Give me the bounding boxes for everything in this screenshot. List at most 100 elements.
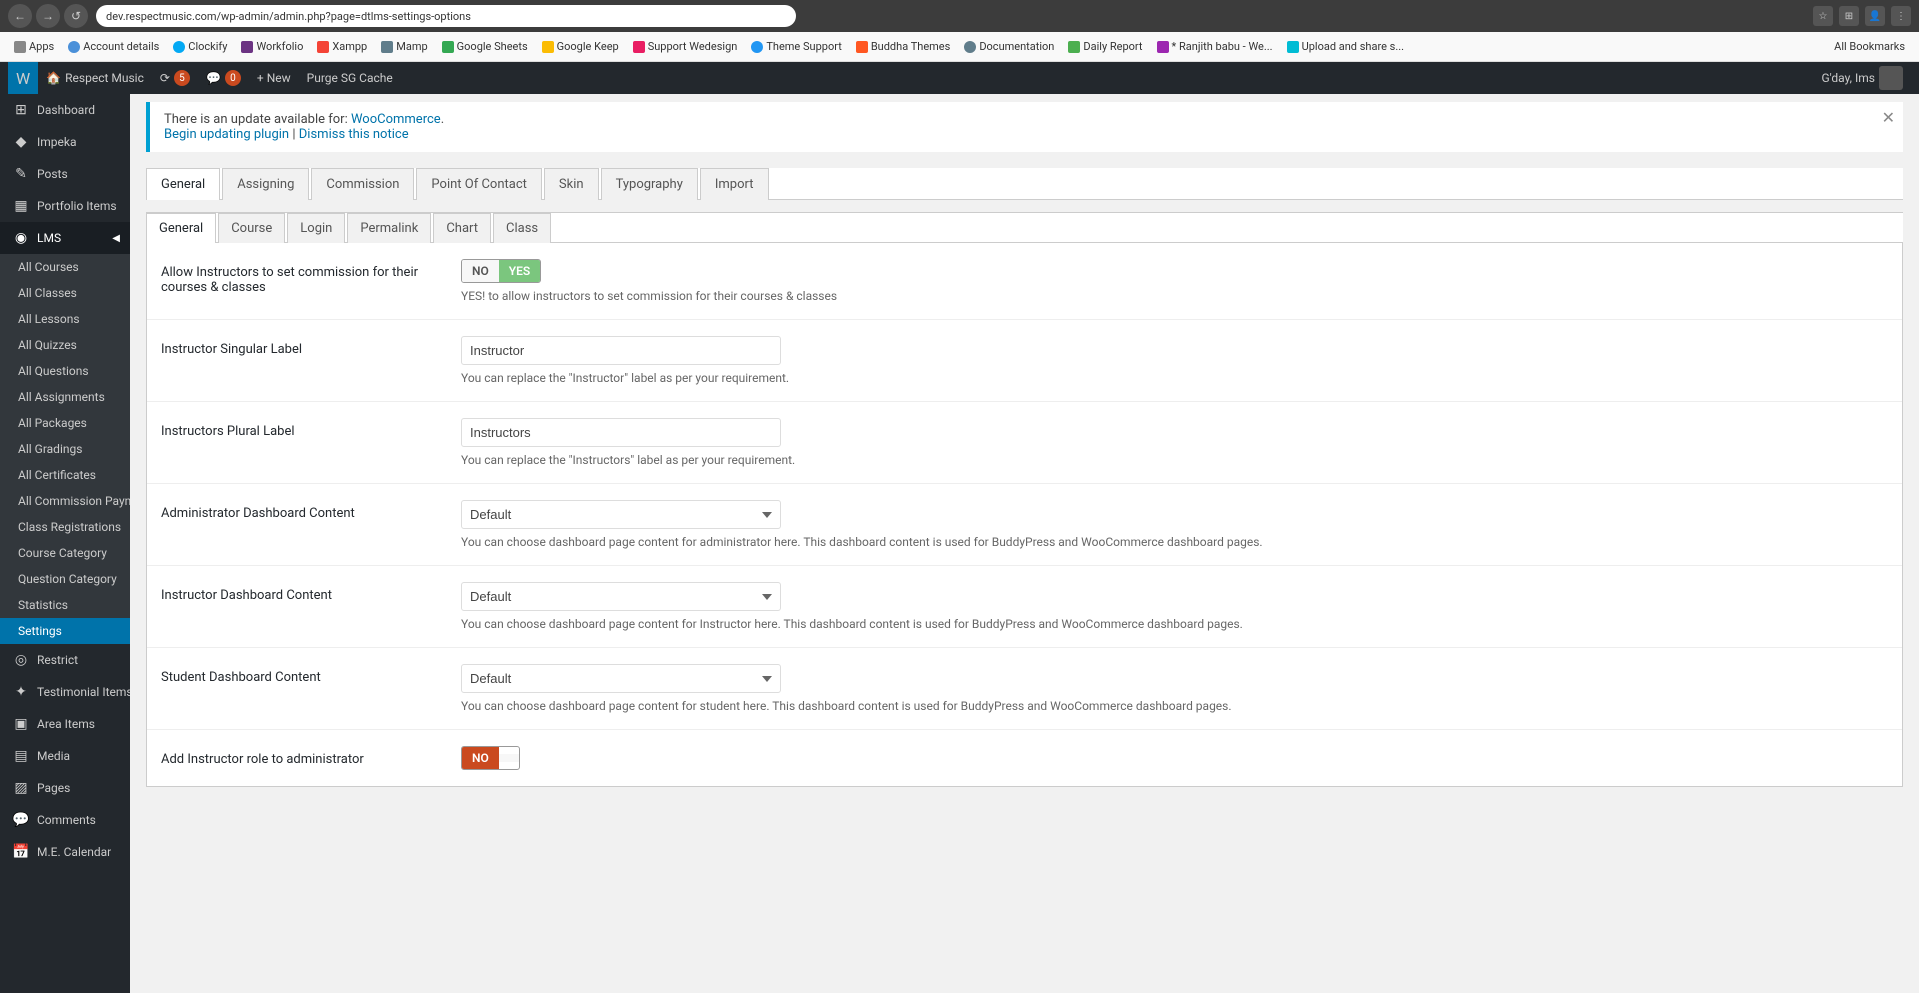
bookmark-google-sheets[interactable]: Google Sheets [436, 38, 534, 55]
purge-cache-button[interactable]: Purge SG Cache [299, 62, 401, 94]
bookmark-clockify[interactable]: Clockify [167, 38, 233, 55]
tab-inner-class[interactable]: Class [493, 213, 551, 243]
sidebar-item-posts[interactable]: ✎ Posts [0, 158, 130, 190]
sidebar-item-pages[interactable]: ▨ Pages [0, 772, 130, 804]
woocommerce-update-link[interactable]: WooCommerce [351, 112, 441, 127]
sidebar-item-all-packages[interactable]: All Packages [0, 410, 130, 436]
bookmark-account-details[interactable]: Account details [62, 38, 165, 55]
sidebar-item-all-classes[interactable]: All Classes [0, 280, 130, 306]
tab-outer-skin[interactable]: Skin [544, 168, 599, 200]
sidebar-item-commission-payments[interactable]: All Commission Payments [0, 488, 130, 514]
sheets-bookmark-icon [442, 41, 454, 53]
tab-outer-typography[interactable]: Typography [601, 168, 698, 200]
mamp-bookmark-icon [381, 41, 393, 53]
bookmark-ranjith[interactable]: * Ranjith babu - We... [1151, 38, 1279, 55]
sidebar-item-impeka[interactable]: ◆ Impeka [0, 126, 130, 158]
sidebar-item-all-certificates[interactable]: All Certificates [0, 462, 130, 488]
commission-toggle-row: Allow Instructors to set commission for … [147, 243, 1902, 320]
sidebar-item-question-category[interactable]: Question Category [0, 566, 130, 592]
begin-updating-link[interactable]: Begin updating plugin [164, 127, 289, 142]
clockify-bookmark-icon [173, 41, 185, 53]
site-name-button[interactable]: 🏠 Respect Music [38, 62, 152, 94]
forward-button[interactable]: → [36, 4, 60, 28]
bookmark-icon[interactable]: ☆ [1813, 6, 1833, 26]
sidebar-item-all-assignments[interactable]: All Assignments [0, 384, 130, 410]
sidebar-item-me-calendar[interactable]: 📅 M.E. Calendar [0, 836, 130, 868]
bookmark-google-keep[interactable]: Google Keep [536, 38, 625, 55]
instructor-dashboard-select[interactable]: Default Custom [461, 582, 781, 611]
sidebar-item-portfolio-items[interactable]: ▦ Portfolio Items [0, 190, 130, 222]
tab-outer-general[interactable]: General [146, 168, 220, 200]
sidebar-item-all-quizzes[interactable]: All Quizzes [0, 332, 130, 358]
inner-tabs: General Course Login Permalink Chart Cla… [146, 212, 1903, 243]
user-greeting-label: G'day, Ims [1821, 71, 1875, 85]
commission-toggle-switch[interactable]: NO YES [461, 259, 541, 283]
sidebar-item-lms[interactable]: ◉ LMS ◀ [0, 222, 130, 254]
bookmark-theme-support[interactable]: Theme Support [745, 38, 847, 55]
bookmark-buddha-themes[interactable]: Buddha Themes [850, 38, 957, 55]
settings-panel: Allow Instructors to set commission for … [146, 243, 1903, 787]
sidebar-item-all-questions[interactable]: All Questions [0, 358, 130, 384]
instructor-singular-input[interactable] [461, 336, 781, 365]
admin-dashboard-select[interactable]: Default Custom [461, 500, 781, 529]
bookmark-mamp[interactable]: Mamp [375, 38, 433, 55]
sidebar-item-comments[interactable]: 💬 Comments [0, 804, 130, 836]
bookmark-support-wedesign[interactable]: Support Wedesign [627, 38, 744, 55]
student-dashboard-hint: You can choose dashboard page content fo… [461, 699, 1888, 713]
sidebar-item-testimonial-items[interactable]: ✦ Testimonial Items [0, 676, 130, 708]
tab-outer-import[interactable]: Import [700, 168, 769, 200]
new-content-label: + New [257, 71, 291, 85]
bookmark-all-bookmarks[interactable]: All Bookmarks [1828, 38, 1911, 55]
lms-arrow-icon: ◀ [112, 233, 120, 244]
sidebar-item-settings[interactable]: Settings [0, 618, 130, 644]
tab-outer-commission[interactable]: Commission [311, 168, 414, 200]
new-content-button[interactable]: + New [249, 62, 299, 94]
nav-buttons: ← → ↺ [8, 4, 88, 28]
sidebar-item-all-gradings[interactable]: All Gradings [0, 436, 130, 462]
tab-inner-login[interactable]: Login [287, 213, 345, 243]
sidebar-item-statistics[interactable]: Statistics [0, 592, 130, 618]
notice-close-button[interactable]: ✕ [1882, 110, 1895, 126]
user-greeting[interactable]: G'day, Ims [1813, 62, 1911, 94]
bookmark-workfolio[interactable]: Workfolio [235, 38, 309, 55]
calendar-icon: 📅 [13, 844, 29, 860]
tab-inner-permalink[interactable]: Permalink [347, 213, 431, 243]
comments-button[interactable]: 💬 0 [198, 62, 249, 94]
instructors-plural-hint: You can replace the "Instructors" label … [461, 453, 1888, 467]
tab-inner-chart[interactable]: Chart [433, 213, 491, 243]
sidebar-item-restrict[interactable]: ◎ Restrict [0, 644, 130, 676]
bookmark-daily-report[interactable]: Daily Report [1062, 38, 1148, 55]
dismiss-notice-link[interactable]: Dismiss this notice [299, 127, 409, 142]
sidebar-item-all-courses[interactable]: All Courses [0, 254, 130, 280]
student-dashboard-select[interactable]: Default Custom [461, 664, 781, 693]
sidebar-item-dashboard[interactable]: ⊞ Dashboard [0, 94, 130, 126]
bookmark-xampp[interactable]: Xampp [311, 38, 373, 55]
sidebar-item-class-registrations[interactable]: Class Registrations [0, 514, 130, 540]
pages-label: Pages [37, 781, 70, 795]
instructors-plural-input[interactable] [461, 418, 781, 447]
extensions-icon[interactable]: ⊞ [1839, 6, 1859, 26]
updates-button[interactable]: ⟳ 5 [152, 62, 198, 94]
commission-toggle-control: NO YES YES! to allow instructors to set … [461, 259, 1888, 303]
tab-inner-course[interactable]: Course [218, 213, 285, 243]
tab-inner-general[interactable]: General [146, 213, 216, 243]
url-bar[interactable]: dev.respectmusic.com/wp-admin/admin.php?… [96, 5, 796, 27]
sidebar-item-media[interactable]: ▤ Media [0, 740, 130, 772]
all-classes-label: All Classes [18, 286, 77, 300]
add-instructor-toggle-switch[interactable]: NO [461, 746, 520, 770]
sidebar-item-course-category[interactable]: Course Category [0, 540, 130, 566]
sidebar-item-all-lessons[interactable]: All Lessons [0, 306, 130, 332]
sidebar-item-area-items[interactable]: ▣ Area Items [0, 708, 130, 740]
tab-outer-assigning[interactable]: Assigning [222, 168, 309, 200]
reload-button[interactable]: ↺ [64, 4, 88, 28]
profile-icon[interactable]: 👤 [1865, 6, 1885, 26]
sidebar-label-portfolio: Portfolio Items [37, 199, 117, 213]
bookmark-apps[interactable]: Apps [8, 38, 60, 55]
bookmark-documentation[interactable]: Documentation [958, 38, 1060, 55]
wp-logo-button[interactable]: W [8, 62, 38, 94]
tab-outer-point-of-contact[interactable]: Point Of Contact [416, 168, 541, 200]
bookmark-upload[interactable]: Upload and share s... [1281, 38, 1410, 55]
back-button[interactable]: ← [8, 4, 32, 28]
menu-icon[interactable]: ⋮ [1891, 6, 1911, 26]
site-name-label: Respect Music [65, 71, 144, 85]
